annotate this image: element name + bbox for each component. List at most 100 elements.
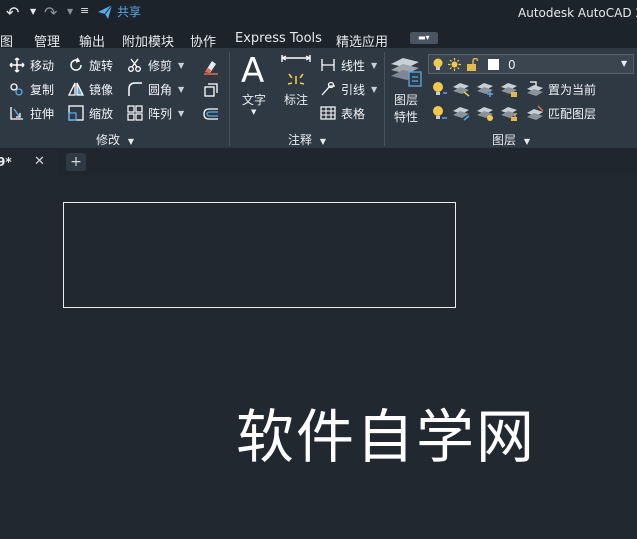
- leader-label: 引线: [341, 82, 366, 97]
- trim-button[interactable]: 修剪 ▼: [126, 55, 184, 75]
- mirror-icon: [67, 80, 85, 98]
- layer-on-icon: [432, 58, 444, 73]
- array-label: 阵列: [148, 106, 173, 121]
- move-button[interactable]: 移动: [8, 55, 54, 75]
- match-layer-label: 匹配图层: [548, 106, 597, 121]
- ribbon-divider: [384, 52, 385, 146]
- redo-dropdown-icon[interactable]: ▼: [67, 8, 73, 16]
- quick-access-customize-icon[interactable]: ≡: [80, 5, 89, 16]
- plus-icon: +: [70, 154, 82, 170]
- tab-express-tools[interactable]: Express Tools: [235, 31, 322, 46]
- redo-icon[interactable]: ↷: [44, 5, 57, 21]
- scale-icon: [67, 104, 85, 122]
- layer-unisolate-icon[interactable]: [452, 104, 470, 125]
- text-button[interactable]: A 文字 ▼: [238, 54, 272, 118]
- rotate-icon: [67, 56, 85, 74]
- ribbon-divider: [229, 52, 230, 146]
- match-layer-icon: [526, 104, 544, 122]
- app-title: Autodesk AutoCAD 2: [518, 6, 637, 20]
- layer-properties-label-1: 图层: [394, 93, 419, 107]
- layer-unlock-all-icon[interactable]: [500, 104, 518, 125]
- leader-dropdown-icon[interactable]: ▼: [371, 85, 377, 94]
- trim-dropdown-icon[interactable]: ▼: [178, 61, 184, 70]
- copy-icon: [8, 80, 26, 98]
- layer-dropdown[interactable]: 0 ▼: [428, 54, 634, 74]
- stretch-button[interactable]: 拉伸: [8, 103, 54, 123]
- layer-freeze-icon[interactable]: [476, 80, 494, 101]
- annotation-panel-title: 注释: [288, 133, 313, 147]
- linear-button[interactable]: 线性 ▼: [319, 55, 377, 75]
- layers-panel-label[interactable]: 图层 ▼: [492, 131, 530, 148]
- match-layer-button[interactable]: 匹配图层: [526, 103, 596, 123]
- offset-icon[interactable]: [202, 105, 220, 126]
- ribbon-minimize-button[interactable]: ▬▾: [410, 32, 438, 44]
- table-icon: [319, 104, 337, 122]
- layer-name: 0: [508, 58, 516, 72]
- layer-lock-icon[interactable]: [500, 80, 518, 101]
- scale-button[interactable]: 缩放: [67, 103, 113, 123]
- dimension-button[interactable]: 标注: [280, 54, 312, 112]
- table-label: 表格: [341, 106, 366, 121]
- linear-dimension-icon: [319, 56, 337, 74]
- array-button[interactable]: 阵列 ▼: [126, 103, 184, 123]
- erase-icon[interactable]: [202, 57, 220, 78]
- stretch-icon: [8, 104, 26, 122]
- set-current-button[interactable]: 置为当前: [526, 79, 596, 99]
- trim-label: 修剪: [148, 58, 173, 73]
- text-label: 文字: [242, 93, 267, 107]
- move-label: 移动: [30, 58, 55, 73]
- dimension-label: 标注: [284, 93, 309, 107]
- layer-properties-label-2: 特性: [394, 110, 419, 124]
- table-button[interactable]: 表格: [319, 103, 365, 123]
- layer-thaw-icon: [448, 58, 461, 73]
- fillet-icon: [126, 80, 144, 98]
- title-bar: ↶ ▼ ↷ ▼ ≡ 共享 Autodesk AutoCAD 2: [0, 0, 637, 26]
- set-current-label: 置为当前: [548, 82, 597, 97]
- move-icon: [8, 56, 26, 74]
- mirror-button[interactable]: 镜像: [67, 79, 113, 99]
- new-tab-button[interactable]: +: [66, 153, 86, 171]
- layer-properties-icon: [391, 58, 422, 87]
- layers-panel-title: 图层: [492, 133, 517, 147]
- rotate-button[interactable]: 旋转: [67, 55, 113, 75]
- layer-off-icon[interactable]: [430, 80, 448, 101]
- array-dropdown-icon[interactable]: ▼: [178, 109, 184, 118]
- array-icon: [126, 104, 144, 122]
- dimension-icon: [281, 55, 311, 85]
- explode-icon[interactable]: [202, 81, 220, 102]
- layer-properties-button[interactable]: 图层 特性: [389, 54, 425, 128]
- layer-thaw-all-icon[interactable]: [476, 104, 494, 125]
- layer-color-swatch: [488, 59, 499, 70]
- annotation-panel-dropdown-icon: ▼: [319, 137, 326, 146]
- trim-icon: [126, 56, 144, 74]
- layer-isolate-icon[interactable]: [452, 80, 470, 101]
- share-label[interactable]: 共享: [117, 6, 141, 18]
- file-tab-active[interactable]: 9*: [0, 150, 58, 175]
- layers-panel-dropdown-icon: ▼: [523, 137, 530, 146]
- fillet-button[interactable]: 圆角 ▼: [126, 79, 184, 99]
- close-tab-icon[interactable]: ✕: [34, 154, 45, 169]
- modify-panel-label[interactable]: 修改 ▼: [96, 131, 134, 148]
- ribbon-minimize-icon: ▬▾: [418, 33, 430, 42]
- linear-dropdown-icon[interactable]: ▼: [371, 61, 377, 70]
- mirror-label: 镜像: [89, 82, 114, 97]
- layer-dropdown-icon: ▼: [621, 59, 628, 68]
- drawn-rectangle[interactable]: [63, 202, 456, 308]
- layer-on-all-icon[interactable]: [430, 104, 448, 125]
- undo-dropdown-icon[interactable]: ▼: [30, 8, 36, 16]
- fillet-dropdown-icon[interactable]: ▼: [178, 85, 184, 94]
- text-icon: A: [241, 51, 265, 91]
- set-current-icon: [526, 80, 544, 98]
- undo-icon[interactable]: ↶: [6, 5, 19, 21]
- modify-panel-title: 修改: [96, 133, 121, 147]
- rotate-label: 旋转: [89, 58, 114, 73]
- leader-icon: [319, 80, 337, 98]
- watermark-text: 软件自学网: [236, 403, 537, 471]
- file-tab-bar: [0, 148, 637, 175]
- leader-button[interactable]: 引线 ▼: [319, 79, 377, 99]
- scale-label: 缩放: [89, 106, 114, 121]
- annotation-panel-label[interactable]: 注释 ▼: [288, 131, 326, 148]
- linear-label: 线性: [341, 58, 366, 73]
- share-icon[interactable]: [97, 4, 113, 20]
- copy-button[interactable]: 复制: [8, 79, 54, 99]
